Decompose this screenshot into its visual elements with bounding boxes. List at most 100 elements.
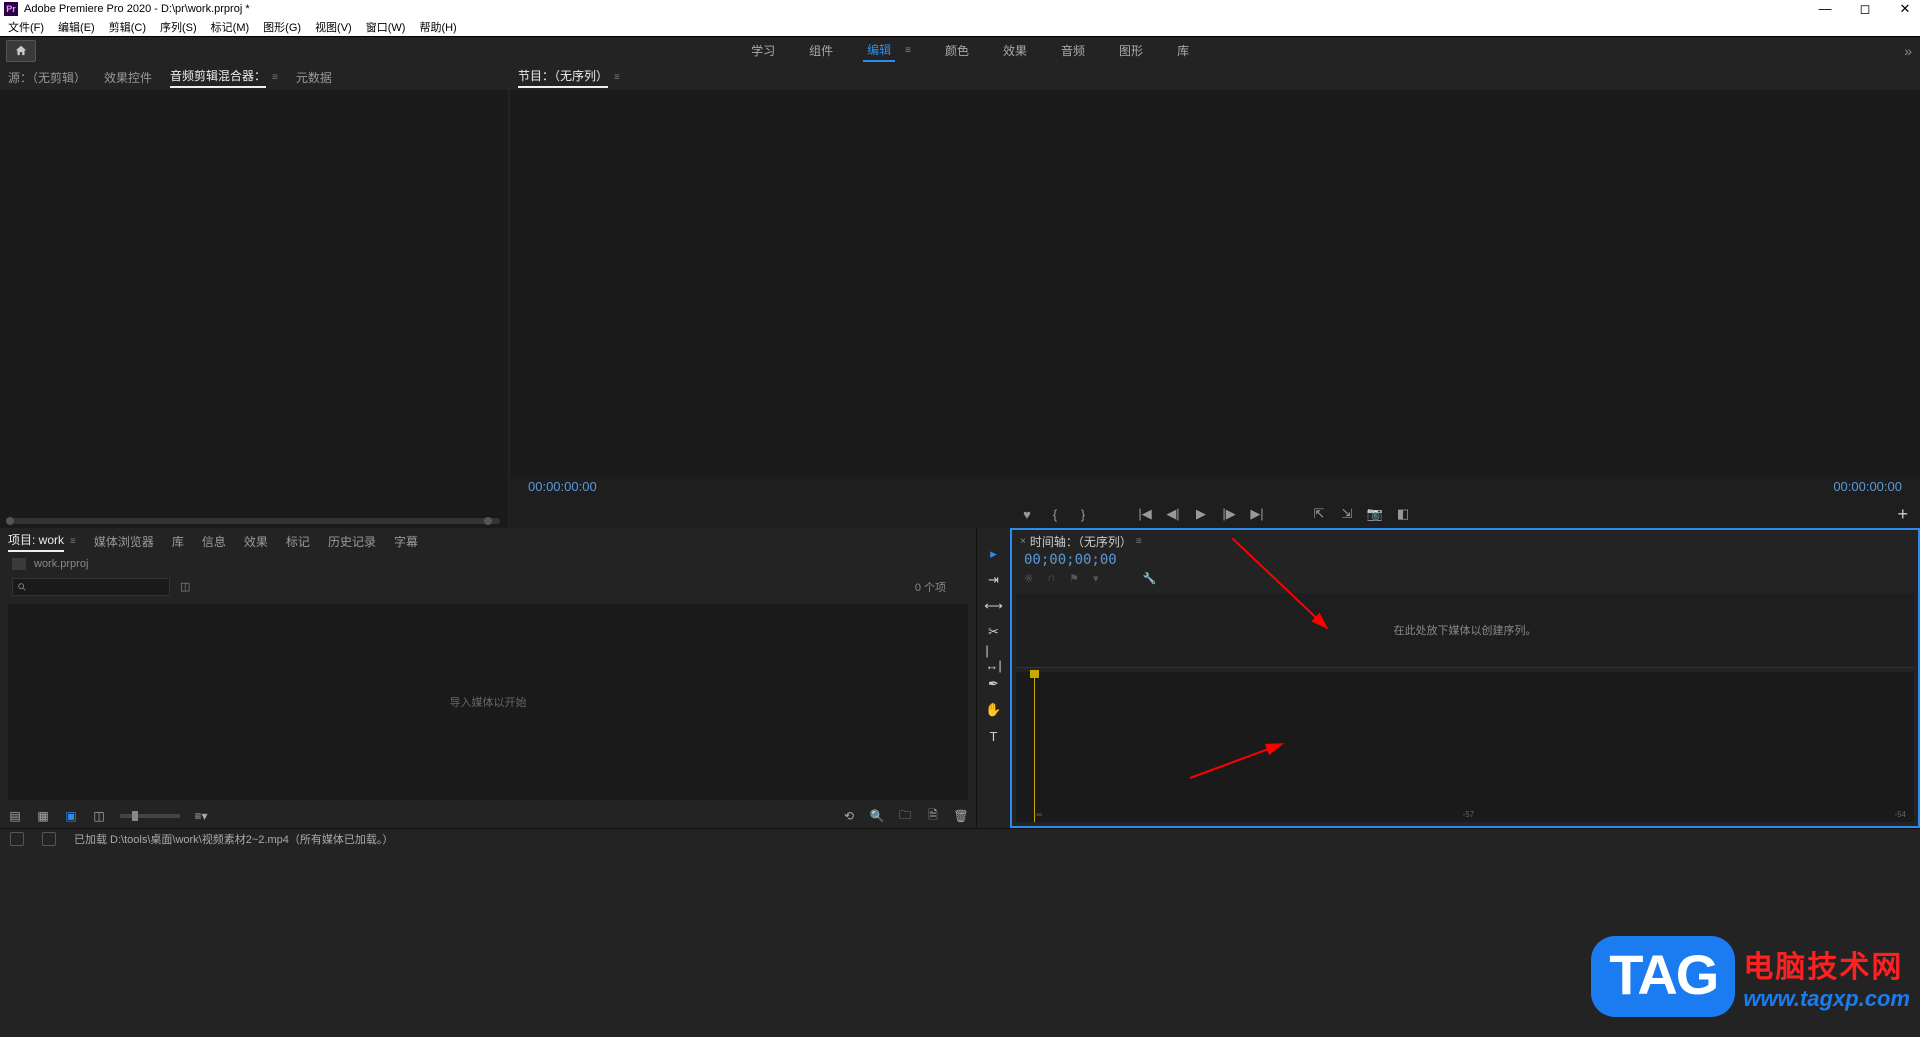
sort-icon[interactable]: ≡▾ [194,809,208,823]
source-panel-menu-icon[interactable]: ≡ [272,72,278,83]
menu-help[interactable]: 帮助(H) [419,19,456,35]
minimize-button[interactable]: — [1814,1,1836,17]
workspace-audio[interactable]: 音频 [1057,40,1089,61]
go-to-in-icon[interactable]: |◀ [1138,507,1152,521]
workspace-overflow[interactable]: » [1904,43,1910,59]
extract-icon[interactable]: ⇲ [1340,507,1354,521]
audio-scale-val: -∞ [1034,810,1042,820]
project-filter-icon[interactable]: ◫ [180,580,196,594]
workspace-graphics[interactable]: 图形 [1115,40,1147,61]
project-empty-area[interactable]: 导入媒体以开始 [8,604,968,800]
find-icon[interactable]: 🔍 [870,809,884,823]
maximize-button[interactable]: ◻ [1854,1,1876,17]
menu-window[interactable]: 窗口(W) [366,19,406,35]
menu-view[interactable]: 视图(V) [315,19,352,35]
watermark-url: www.tagxp.com [1743,986,1910,1012]
tab-info[interactable]: 信息 [202,533,226,550]
new-item-icon[interactable]: 🗎 [926,809,940,823]
type-tool-icon[interactable]: T [986,728,1002,744]
tab-history[interactable]: 历史记录 [328,533,376,550]
workspace-libraries[interactable]: 库 [1173,40,1193,61]
mark-out-icon[interactable]: } [1076,507,1090,521]
project-footer: ▤ ▦ ▣ ◫ ≡▾ ⟲ 🔍 🗀 🗎 🗑 [0,804,976,828]
thumbnail-icon[interactable]: ◫ [92,809,106,823]
play-icon[interactable]: ▶ [1194,507,1208,521]
tab-audio-clip-mixer[interactable]: 音频剪辑混合器： [170,67,266,88]
tab-libraries[interactable]: 库 [172,533,184,550]
ripple-edit-tool-icon[interactable]: ⟷ [986,598,1002,614]
window-title: Adobe Premiere Pro 2020 - D:\pr\work.prp… [24,3,250,15]
program-panel: 节目：（无序列） ≡ 00:00:00:00 00:00:00:00 ♥ { }… [510,64,1920,528]
tab-project[interactable]: 项目: work [8,531,64,552]
menu-clip[interactable]: 剪辑(C) [109,19,146,35]
menu-sequence[interactable]: 序列(S) [160,19,197,35]
menu-file[interactable]: 文件(F) [8,19,44,35]
lift-icon[interactable]: ⇱ [1312,507,1326,521]
icon-view-icon[interactable]: ▦ [36,809,50,823]
status-icon-1[interactable] [10,832,24,846]
timeline-close-icon[interactable]: × [1020,536,1026,547]
tab-metadata[interactable]: 元数据 [296,69,332,86]
timeline-timecode[interactable]: 00;00;00;00 [1012,552,1918,568]
workspace-effects[interactable]: 效果 [999,40,1031,61]
project-search-input[interactable] [12,578,170,596]
workspace-color[interactable]: 颜色 [941,40,973,61]
delete-icon[interactable]: 🗑 [954,809,968,823]
new-bin-icon[interactable]: 🗀 [898,809,912,823]
razor-tool-icon[interactable]: ✂ [986,624,1002,640]
tab-source-none[interactable]: 源：（无剪辑） [8,69,86,86]
menu-edit[interactable]: 编辑(E) [58,19,95,35]
export-frame-icon[interactable]: 📷 [1368,507,1382,521]
tab-effects[interactable]: 效果 [244,533,268,550]
workspace-assembly[interactable]: 组件 [805,40,837,61]
slip-tool-icon[interactable]: |↔| [986,650,1002,666]
hand-tool-icon[interactable]: ✋ [986,702,1002,718]
timeline-drop-zone[interactable]: 在此处放下媒体以创建序列。 [1016,593,1914,668]
step-back-icon[interactable]: ◀| [1166,507,1180,521]
titlebar: Pr Adobe Premiere Pro 2020 - D:\pr\work.… [0,0,1920,18]
home-icon [14,44,28,58]
tab-effect-controls[interactable]: 效果控件 [104,69,152,86]
mark-in-icon[interactable]: { [1048,507,1062,521]
audio-scale-val: -57 [1463,810,1475,820]
status-icon-2[interactable] [42,832,56,846]
zoom-slider[interactable] [120,814,180,818]
timeline-settings-icon[interactable]: 🔧 [1143,572,1157,585]
auto-sequence-icon[interactable]: ⟲ [842,809,856,823]
tab-media-browser[interactable]: 媒体浏览器 [94,533,154,550]
workspace-editing[interactable]: 编辑 [863,39,895,62]
add-marker-icon[interactable]: ♥ [1020,507,1034,521]
timeline-display-icon[interactable]: ▾ [1093,572,1099,585]
home-button[interactable] [6,40,36,62]
timeline-panel-menu-icon[interactable]: ≡ [1136,536,1142,547]
selection-tool-icon[interactable]: ▸ [986,546,1002,562]
step-forward-icon[interactable]: |▶ [1222,507,1236,521]
menu-markers[interactable]: 标记(M) [211,19,250,35]
scroll-handle-right[interactable] [484,517,492,525]
tab-program[interactable]: 节目：（无序列） [518,67,608,88]
freeform-view-icon[interactable]: ▣ [64,809,78,823]
snap-icon[interactable]: ※ [1024,572,1033,585]
menu-graphics[interactable]: 图形(G) [263,19,301,35]
scroll-handle-left[interactable] [6,517,14,525]
linked-selection-icon[interactable]: ∩ [1047,572,1055,585]
list-view-icon[interactable]: ▤ [8,809,22,823]
playhead-icon[interactable] [1034,672,1035,822]
program-timecode-right: 00:00:00:00 [1833,479,1902,494]
tab-captions[interactable]: 字幕 [394,533,418,550]
workspace-editing-menu[interactable]: ≡ [901,43,915,58]
track-select-tool-icon[interactable]: ⇥ [986,572,1002,588]
comparison-view-icon[interactable]: ◧ [1396,507,1410,521]
project-panel-menu-icon[interactable]: ≡ [70,536,76,547]
program-timecode-left: 00:00:00:00 [528,479,597,494]
workspace-learn[interactable]: 学习 [747,40,779,61]
close-button[interactable]: ✕ [1894,1,1916,17]
tab-markers[interactable]: 标记 [286,533,310,550]
pen-tool-icon[interactable]: ✒ [986,676,1002,692]
program-panel-menu-icon[interactable]: ≡ [614,72,620,83]
source-scrollbar[interactable] [8,518,500,524]
go-to-out-icon[interactable]: ▶| [1250,507,1264,521]
source-panel: 源：（无剪辑） 效果控件 音频剪辑混合器： ≡ 元数据 [0,64,508,528]
button-editor-icon[interactable]: + [1897,504,1908,525]
add-marker-timeline-icon[interactable]: ⚑ [1069,572,1079,585]
